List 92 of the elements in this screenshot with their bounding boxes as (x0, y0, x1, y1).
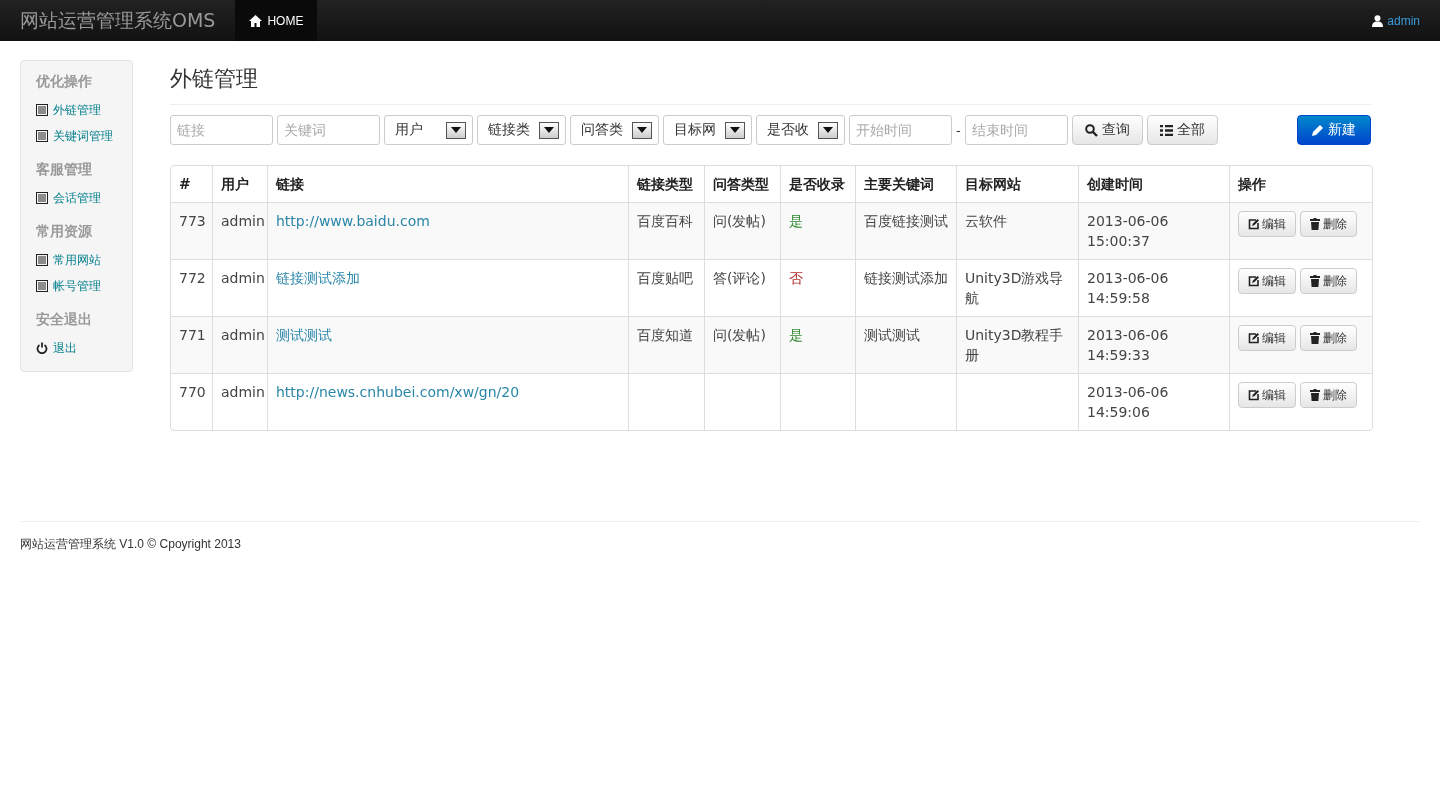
list-icon (36, 130, 48, 142)
dropdown-arrow-icon (730, 127, 740, 133)
link[interactable]: 测试测试 (276, 327, 332, 343)
table-cell: admin (221, 327, 265, 343)
link[interactable]: http://news.cnhubei.com/xw/gn/20 (276, 384, 520, 400)
table-cell: 答(评论) (713, 270, 766, 286)
link[interactable]: http://www.baidu.com (276, 213, 430, 229)
table-cell: admin (221, 213, 265, 229)
filter-dropdown[interactable]: 是否收 (756, 115, 845, 145)
sidebar-heading: 客服管理 (36, 161, 93, 179)
search-button[interactable]: 查询 (1071, 115, 1143, 145)
edit-icon (1248, 218, 1259, 230)
page-title: 外链管理 (170, 64, 1371, 105)
new-button[interactable]: 新建 (1297, 115, 1371, 145)
trash-icon (1310, 332, 1320, 344)
trash-icon (1310, 389, 1320, 401)
edit-button[interactable]: 编辑 (1238, 382, 1296, 408)
sidebar-link[interactable]: 会话管理 (53, 189, 101, 207)
indexed-status: 是 (789, 327, 803, 343)
table-cell: 测试测试 (864, 327, 920, 343)
table-cell: 770 (179, 384, 206, 400)
table-cell: 百度百科 (637, 213, 693, 229)
filter-dropdown[interactable]: 链接类 (477, 115, 566, 145)
delete-button[interactable]: 删除 (1300, 325, 1357, 351)
indexed-status: 是 (789, 213, 803, 229)
filter-dropdown[interactable]: 用户 (384, 115, 473, 145)
delete-button[interactable]: 删除 (1300, 382, 1357, 408)
nav-tab[interactable]: HOME (235, 0, 318, 41)
show-all-button[interactable]: 全部 (1146, 115, 1218, 145)
sidebar-heading: 安全退出 (36, 311, 93, 329)
dropdown-arrow-icon (637, 127, 647, 133)
edit-icon (1248, 275, 1259, 287)
list-icon (36, 280, 48, 292)
filter-field[interactable]: 链接 (170, 115, 273, 145)
filter-field[interactable]: 开始时间 (849, 115, 952, 145)
list-icon (36, 104, 48, 116)
footer-text: 网站运营管理系统 V1.0 © Cpoyright 2013 (20, 521, 1420, 553)
delete-button[interactable]: 删除 (1300, 268, 1357, 294)
table-cell: 772 (179, 270, 206, 286)
pencil-icon (1312, 124, 1324, 136)
edit-button[interactable]: 编辑 (1238, 268, 1296, 294)
table-cell: 2013-06-06 15:00:37 (1087, 213, 1169, 249)
filter-field[interactable]: 结束时间 (964, 115, 1068, 145)
list-icon (1159, 124, 1173, 136)
table-cell: 链接测试添加 (864, 270, 948, 286)
sidebar-link[interactable]: 外链管理 (53, 101, 101, 119)
search-icon (1084, 123, 1098, 137)
table-cell: 771 (179, 327, 206, 343)
sidebar-heading: 优化操作 (36, 73, 93, 91)
table-cell: 问(发帖) (713, 213, 766, 229)
home-icon (249, 14, 263, 27)
indexed-status: 否 (789, 270, 803, 286)
filter-dropdown[interactable]: 问答类 (570, 115, 659, 145)
edit-icon (1248, 332, 1259, 344)
list-icon (36, 192, 48, 204)
user-link[interactable]: admin (1372, 13, 1420, 28)
sidebar-heading: 常用资源 (36, 223, 93, 241)
table-cell: admin (221, 270, 265, 286)
table-cell: 773 (179, 213, 206, 229)
trash-icon (1310, 218, 1320, 230)
dropdown-arrow-icon (451, 127, 461, 133)
user-icon (1372, 14, 1384, 27)
table-cell: 2013-06-06 14:59:58 (1087, 270, 1169, 306)
table-cell: Unity3D教程手册 (965, 327, 1064, 363)
sidebar-link[interactable]: 关键词管理 (53, 127, 113, 145)
table-cell: 云软件 (965, 213, 1007, 229)
table-cell: 2013-06-06 14:59:06 (1087, 384, 1169, 420)
dropdown-arrow-icon (823, 127, 833, 133)
range-separator: - (956, 122, 961, 138)
sidebar-link[interactable]: 帐号管理 (53, 277, 101, 295)
column-header: # (178, 175, 192, 194)
power-icon (36, 342, 48, 354)
link[interactable]: 链接测试添加 (276, 270, 360, 286)
filter-field[interactable]: 关键词 (277, 115, 380, 145)
table-cell: 百度知道 (637, 327, 693, 343)
filter-dropdown[interactable]: 目标网 (663, 115, 752, 145)
table-cell: 2013-06-06 14:59:33 (1087, 327, 1169, 363)
table-cell: 百度链接测试 (864, 213, 948, 229)
edit-icon (1248, 389, 1259, 401)
table-cell: Unity3D游戏导航 (965, 270, 1064, 306)
trash-icon (1310, 275, 1320, 287)
table-cell: 问(发帖) (713, 327, 766, 343)
app-brand[interactable]: 网站运营管理系统OMS (20, 7, 216, 34)
sidebar-link[interactable]: 常用网站 (53, 251, 101, 269)
dropdown-arrow-icon (544, 127, 554, 133)
table-cell: 百度贴吧 (637, 270, 693, 286)
sidebar-link[interactable]: 退出 (53, 339, 77, 357)
delete-button[interactable]: 删除 (1300, 211, 1357, 237)
edit-button[interactable]: 编辑 (1238, 325, 1296, 351)
table-cell: admin (221, 384, 265, 400)
list-icon (36, 254, 48, 266)
edit-button[interactable]: 编辑 (1238, 211, 1296, 237)
